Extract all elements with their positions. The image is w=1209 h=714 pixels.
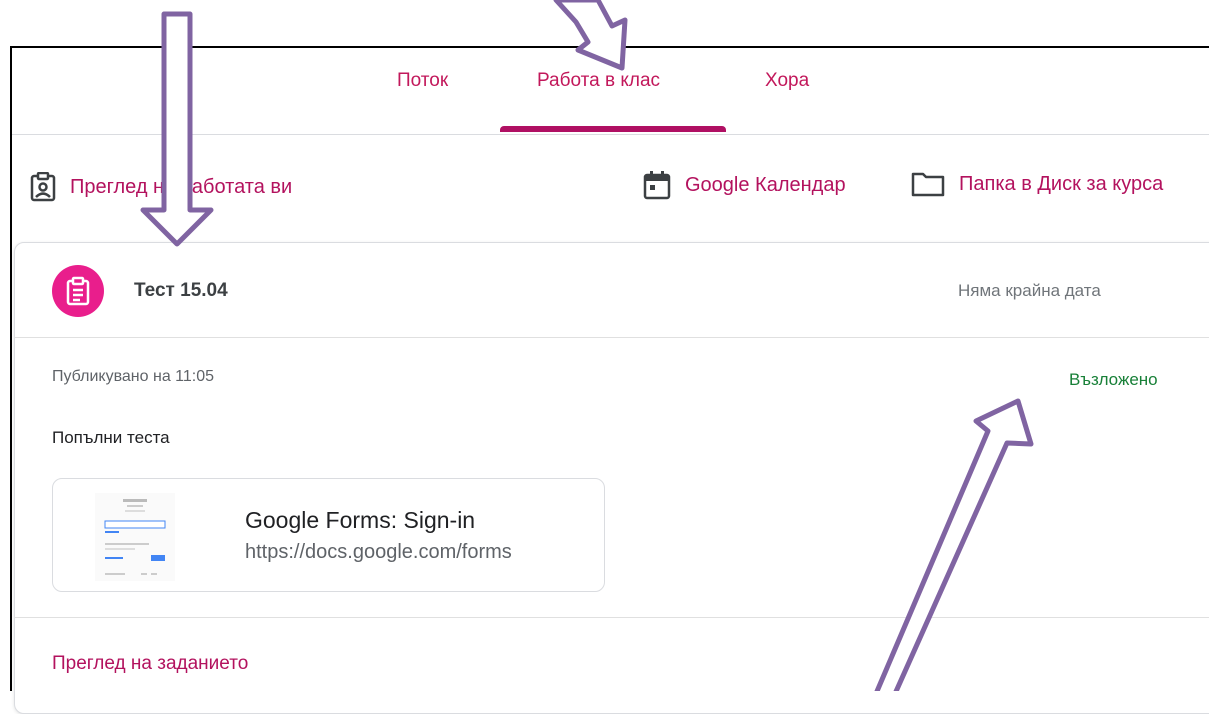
tab-stream[interactable]: Поток <box>397 70 448 92</box>
folder-icon <box>911 172 945 197</box>
assignment-card: Тест 15.04 Няма крайна дата Публикувано … <box>14 242 1209 714</box>
google-calendar-link[interactable]: Google Календар <box>643 170 846 200</box>
due-date: Няма крайна дата <box>958 281 1101 300</box>
tab-people[interactable]: Хора <box>765 70 809 92</box>
view-your-work-link[interactable]: Преглед на работата ви <box>30 172 292 202</box>
assignment-review-icon <box>30 172 56 202</box>
class-drive-folder-link[interactable]: Папка в Диск за курса <box>911 170 1163 198</box>
assignment-status: Възложено <box>1069 370 1158 389</box>
tab-classwork[interactable]: Работа в клас <box>537 70 660 92</box>
calendar-icon <box>643 171 671 200</box>
class-drive-folder-label: Папка в Диск за курса <box>959 172 1164 195</box>
assignment-instructions: Попълни теста <box>52 428 170 447</box>
google-calendar-label: Google Календар <box>685 173 846 196</box>
assignment-title: Тест 15.04 <box>134 280 228 301</box>
card-divider <box>15 617 1209 618</box>
assignment-header[interactable]: Тест 15.04 Няма крайна дата <box>15 243 1209 338</box>
view-assignment-link[interactable]: Преглед на заданието <box>52 653 248 675</box>
attachment-title: Google Forms: Sign-in <box>245 507 476 533</box>
active-tab-indicator <box>500 126 726 132</box>
view-your-work-label: Преглед на работата ви <box>70 175 293 198</box>
attachment-card[interactable]: Google Forms: Sign-in https://docs.googl… <box>52 478 605 592</box>
tab-bar: Поток Работа в клас Хора <box>12 48 1209 135</box>
attachment-thumbnail <box>95 493 175 581</box>
posted-time: Публикувано на 11:05 <box>52 368 215 385</box>
attachment-url: https://docs.google.com/forms <box>245 541 512 563</box>
assignment-icon <box>52 265 104 317</box>
